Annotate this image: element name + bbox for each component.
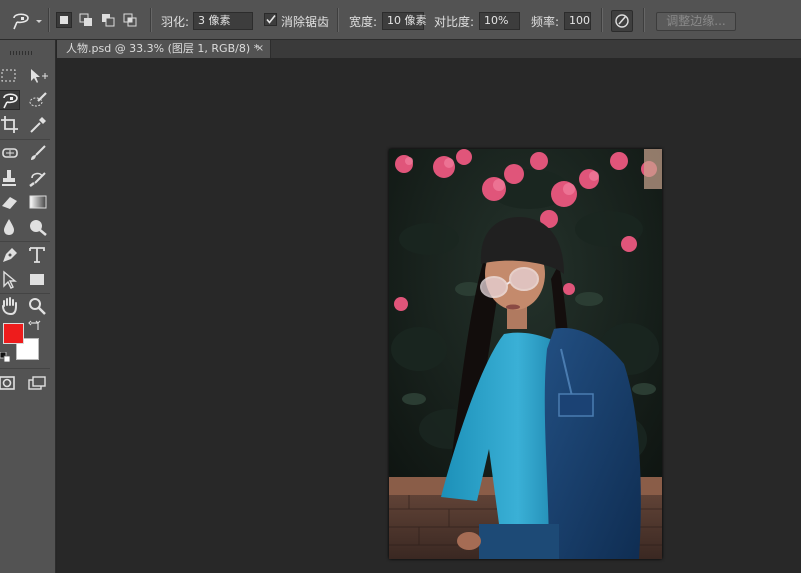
- type-tool[interactable]: [27, 245, 49, 265]
- magnetic-lasso-icon: [13, 13, 42, 30]
- eraser-tool[interactable]: [0, 192, 22, 212]
- rectangular-marquee-icon: [1, 69, 16, 82]
- quick-selection-icon: [29, 92, 47, 107]
- quick-mask-icon: [0, 376, 15, 390]
- tablet-pressure-button[interactable]: [611, 10, 633, 32]
- add-to-selection-button[interactable]: [78, 12, 94, 28]
- screen-mode-button[interactable]: [27, 373, 49, 393]
- feather-input[interactable]: 3 像素: [193, 12, 253, 30]
- move-tool[interactable]: [27, 66, 49, 86]
- blur-icon: [4, 219, 14, 235]
- spot-healing-tool[interactable]: [0, 143, 22, 163]
- document-tab[interactable]: 人物.psd @ 33.3% (图层 1, RGB/8) * ×: [57, 40, 271, 58]
- rectangle-shape-tool[interactable]: [27, 270, 49, 290]
- swap-arrows-icon: [28, 320, 41, 330]
- pen-tool[interactable]: [0, 245, 22, 265]
- brush-icon: [31, 145, 46, 160]
- toolbox-grip[interactable]: [10, 51, 32, 55]
- antialias-label: 消除锯齿: [281, 15, 330, 29]
- tool-preset-picker[interactable]: [8, 10, 44, 32]
- canvas-area[interactable]: [57, 58, 801, 573]
- new-selection-button[interactable]: [56, 12, 72, 28]
- move-icon: [31, 69, 48, 83]
- width-input[interactable]: 10 像素: [382, 12, 427, 30]
- quick-mask-button[interactable]: [0, 373, 19, 393]
- frequency-label: 频率:: [531, 15, 560, 29]
- antialias-checkbox[interactable]: [264, 13, 277, 26]
- dodge-tool[interactable]: [27, 217, 49, 237]
- crop-tool[interactable]: [0, 115, 22, 135]
- portrait-photo: [389, 149, 662, 559]
- rectangular-marquee-tool[interactable]: [0, 66, 22, 86]
- subtract-from-selection-button[interactable]: [100, 12, 116, 28]
- eraser-icon: [2, 197, 17, 209]
- frequency-input[interactable]: 100: [564, 12, 591, 30]
- contrast-input[interactable]: 10%: [479, 12, 520, 30]
- path-selection-tool[interactable]: [0, 270, 22, 290]
- chevron-down-icon: [36, 20, 42, 23]
- gradient-tool[interactable]: [27, 192, 49, 212]
- dodge-icon: [30, 220, 47, 236]
- document-tab-title: 人物.psd @ 33.3% (图层 1, RGB/8) *: [66, 42, 260, 55]
- options-bar: 羽化: 3 像素 消除锯齿 宽度: 10 像素 对比度: 10% 频率: 100…: [0, 0, 801, 40]
- tablet-pressure-icon: [615, 14, 629, 28]
- quick-selection-tool[interactable]: [27, 90, 49, 110]
- foreground-color-swatch[interactable]: [3, 323, 24, 344]
- swap-colors-button[interactable]: [28, 319, 42, 333]
- rectangle-shape-icon: [30, 274, 44, 285]
- refine-edge-button[interactable]: 调整边缘...: [656, 12, 736, 31]
- screen-mode-icon: [28, 376, 46, 390]
- zoom-tool[interactable]: [27, 296, 49, 316]
- zoom-icon: [29, 298, 46, 315]
- pen-icon: [3, 248, 17, 262]
- hand-icon: [2, 297, 17, 316]
- default-colors-icon: [0, 352, 11, 363]
- brush-tool[interactable]: [27, 143, 49, 163]
- default-colors-button[interactable]: [0, 352, 12, 364]
- eyedropper-icon: [30, 117, 46, 133]
- hand-tool[interactable]: [0, 296, 22, 316]
- clone-stamp-tool[interactable]: [0, 168, 22, 188]
- crop-icon: [1, 116, 18, 133]
- spot-healing-icon: [2, 148, 18, 158]
- toolbox: [0, 40, 56, 573]
- magnetic-lasso-icon: [3, 93, 18, 109]
- eyedropper-tool[interactable]: [27, 115, 49, 135]
- blur-tool[interactable]: [0, 217, 22, 237]
- close-tab-button[interactable]: ×: [256, 40, 264, 58]
- document-image[interactable]: [389, 149, 662, 559]
- clone-stamp-icon: [2, 170, 16, 186]
- gradient-icon: [29, 195, 47, 209]
- path-selection-icon: [3, 270, 17, 289]
- contrast-label: 对比度:: [434, 15, 475, 29]
- width-label: 宽度:: [349, 15, 378, 29]
- history-brush-icon: [29, 172, 46, 187]
- history-brush-tool[interactable]: [27, 168, 49, 188]
- intersect-selection-button[interactable]: [122, 12, 138, 28]
- checkmark-icon: [266, 15, 276, 24]
- magnetic-lasso-tool[interactable]: [0, 90, 20, 110]
- feather-label: 羽化:: [161, 15, 190, 29]
- type-icon: [29, 247, 45, 263]
- document-tab-strip: 人物.psd @ 33.3% (图层 1, RGB/8) * ×: [57, 40, 801, 58]
